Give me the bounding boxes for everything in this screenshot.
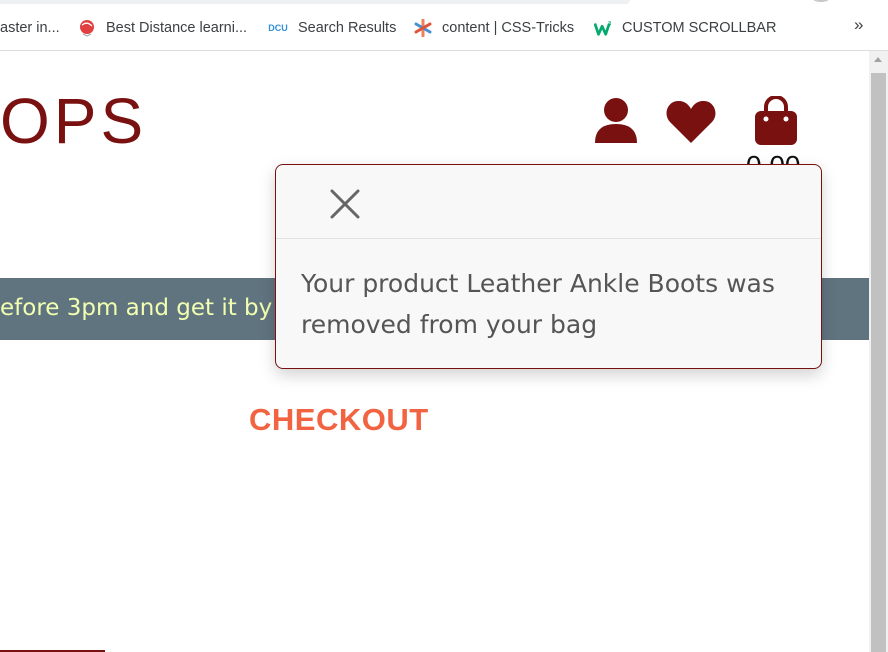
heart-icon[interactable]: [666, 100, 716, 149]
scroll-thumb[interactable]: [871, 73, 886, 652]
page-scrollbar[interactable]: [869, 51, 888, 652]
svg-text:3: 3: [608, 20, 612, 27]
user-icon[interactable]: [594, 96, 638, 149]
bookmarks-bar: aster in... Best Distance learni... DCU …: [0, 0, 888, 51]
bookmark-label: Best Distance learni...: [106, 20, 248, 36]
tab-strip-edge: [0, 0, 630, 4]
banner-text: efore 3pm and get it by to: [0, 295, 303, 321]
toast-notification: Your product Leather Ankle Boots was rem…: [275, 164, 822, 369]
bookmark-item[interactable]: Best Distance learni...: [78, 17, 247, 39]
bookmark-item[interactable]: content | CSS-Tricks: [414, 17, 574, 39]
shopping-bag-icon[interactable]: [754, 95, 798, 151]
bookmark-label: CUSTOM SCROLLBAR: [622, 20, 777, 36]
bookmark-item[interactable]: DCU Search Results: [268, 17, 396, 39]
scroll-up-arrow-icon[interactable]: [874, 57, 882, 62]
css-tricks-star-icon: [414, 19, 432, 37]
dcu-icon: DCU: [268, 23, 288, 33]
bookmark-label: Search Results: [298, 20, 397, 36]
close-icon[interactable]: [328, 187, 362, 221]
bookmarks-overflow-button[interactable]: »: [854, 15, 863, 35]
toast-message: Your product Leather Ankle Boots was rem…: [301, 269, 775, 339]
checkout-heading: CHECKOUT: [249, 402, 429, 437]
bookmark-item[interactable]: aster in...: [0, 17, 60, 39]
bookmark-label: aster in...: [0, 20, 60, 36]
toast-header: [276, 165, 821, 239]
site-logo[interactable]: OPS: [0, 84, 147, 158]
browser-menu-edge: [808, 0, 834, 2]
bookmark-label: content | CSS-Tricks: [442, 20, 575, 36]
w3schools-icon: 3: [594, 19, 612, 37]
bookmark-item[interactable]: 3 CUSTOM SCROLLBAR: [594, 17, 776, 39]
red-ball-icon: [78, 19, 96, 37]
